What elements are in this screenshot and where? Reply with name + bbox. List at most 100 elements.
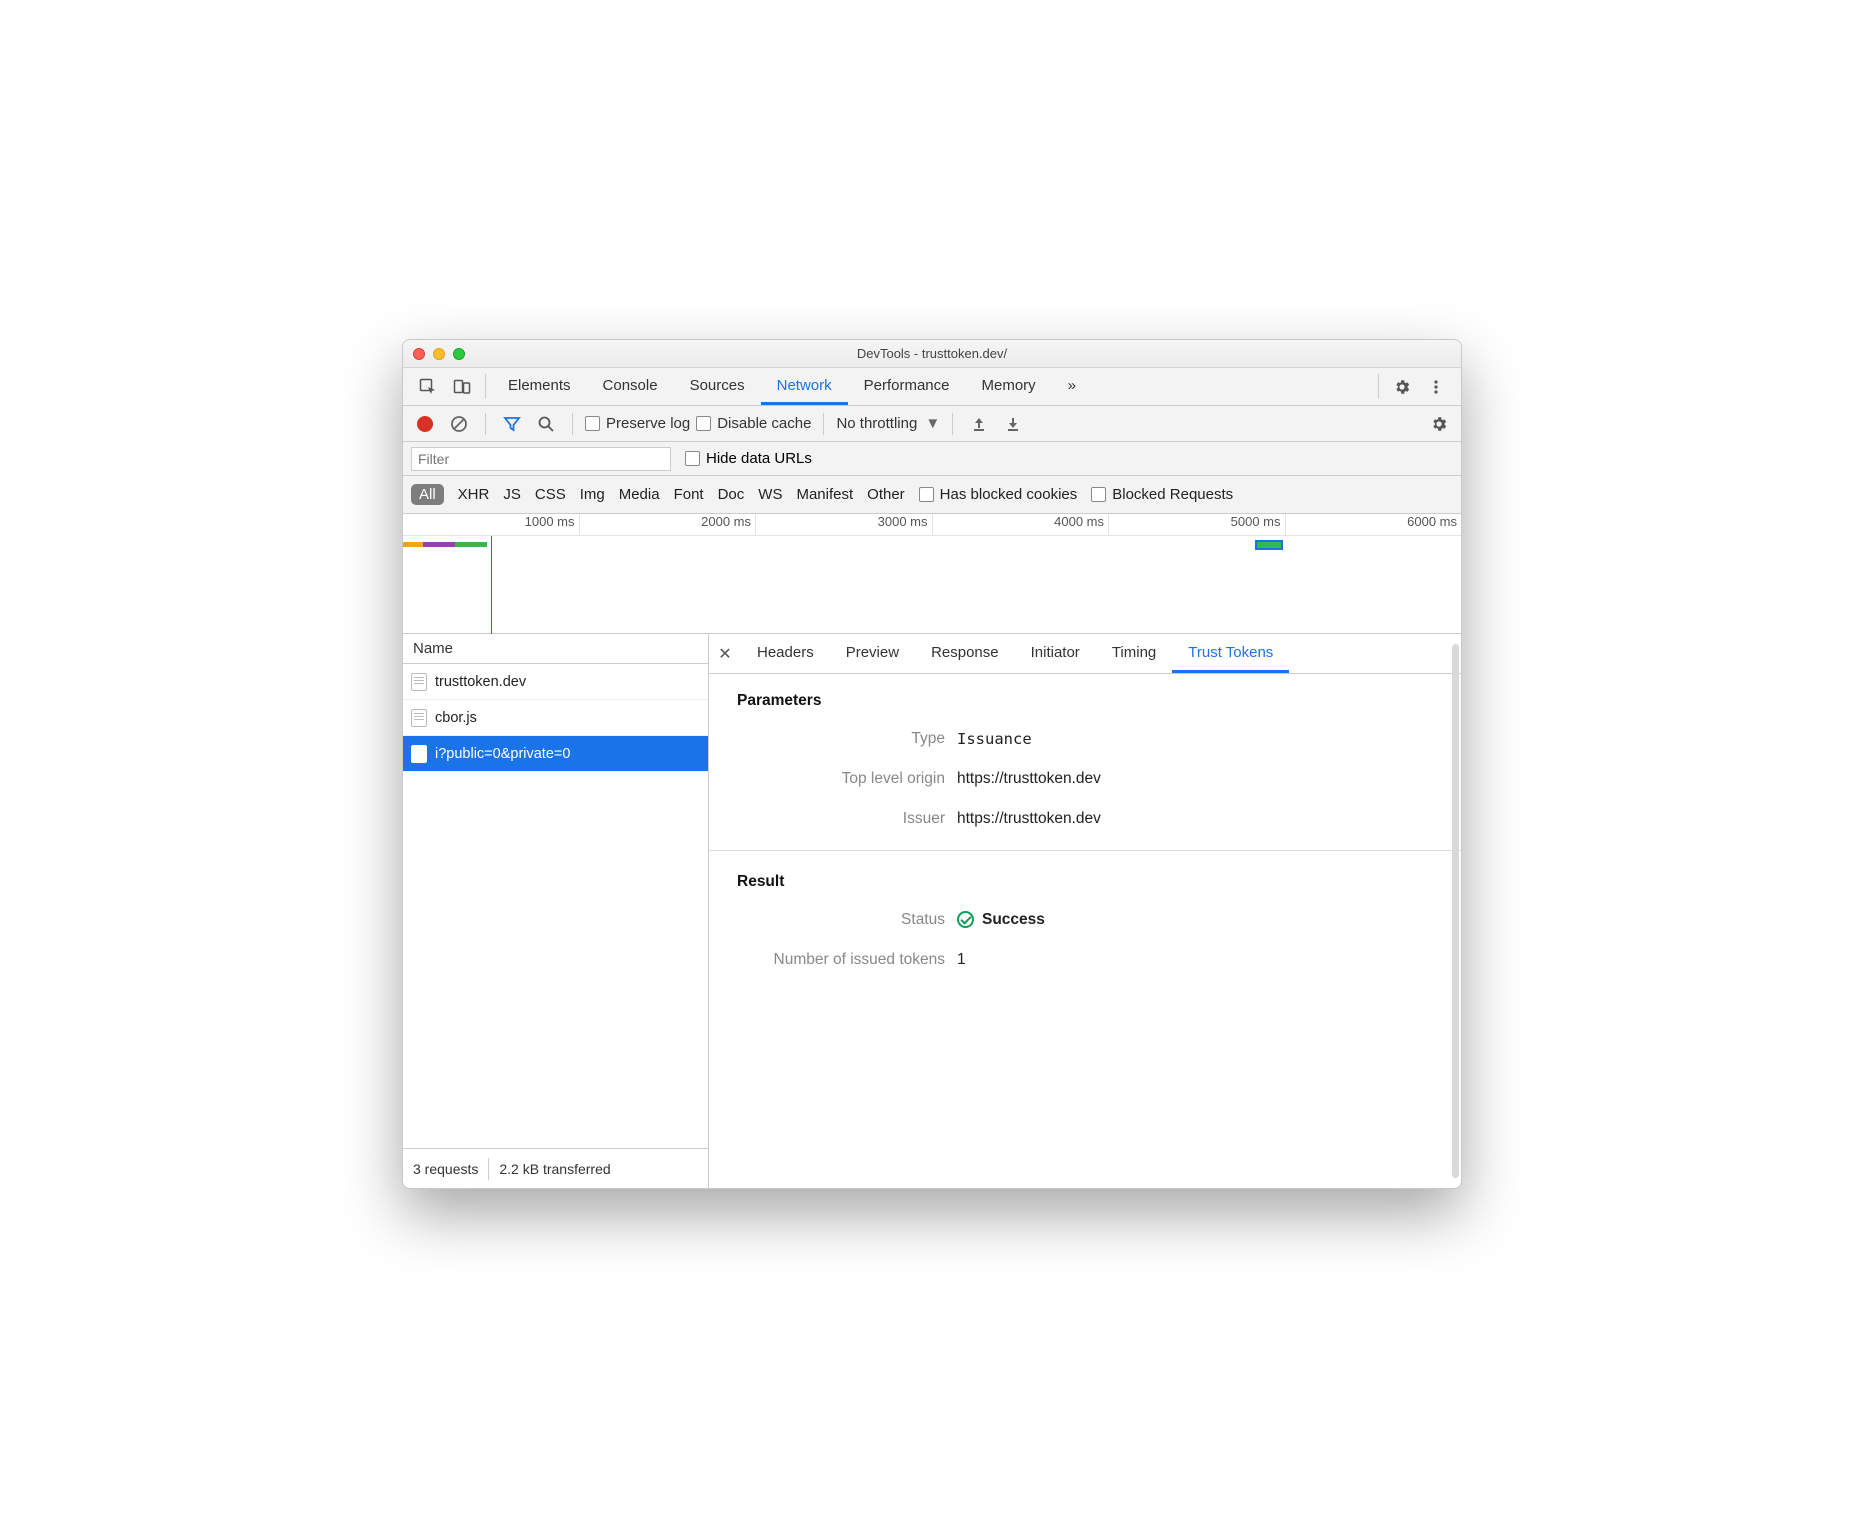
network-toolbar: Preserve log Disable cache No throttling… bbox=[403, 406, 1461, 442]
close-window-icon[interactable] bbox=[413, 348, 425, 360]
parameter-row: Issuerhttps://trusttoken.dev bbox=[737, 810, 1433, 828]
throttling-dropdown[interactable]: No throttling ▼ bbox=[836, 415, 940, 432]
type-filter-manifest[interactable]: Manifest bbox=[796, 486, 853, 503]
tab-network[interactable]: Network bbox=[761, 368, 848, 405]
parameter-row: Top level originhttps://trusttoken.dev bbox=[737, 770, 1433, 788]
clear-button-icon[interactable] bbox=[445, 410, 473, 438]
type-filter-doc[interactable]: Doc bbox=[718, 486, 745, 503]
detail-tab-response[interactable]: Response bbox=[915, 634, 1015, 673]
close-detail-icon[interactable]: ✕ bbox=[709, 634, 741, 673]
tab-elements[interactable]: Elements bbox=[492, 368, 587, 405]
upload-har-icon[interactable] bbox=[965, 410, 993, 438]
type-filter-xhr[interactable]: XHR bbox=[458, 486, 490, 503]
timeline-tick: 4000 ms bbox=[932, 514, 1109, 535]
blocked-requests-checkbox[interactable]: Blocked Requests bbox=[1091, 486, 1233, 503]
issued-tokens-row: Number of issued tokens 1 bbox=[737, 951, 1433, 969]
inspect-element-icon[interactable] bbox=[411, 368, 445, 405]
request-list-footer: 3 requests 2.2 kB transferred bbox=[403, 1148, 708, 1188]
request-list-header[interactable]: Name bbox=[403, 634, 708, 664]
preserve-log-label: Preserve log bbox=[606, 415, 690, 432]
zoom-window-icon[interactable] bbox=[453, 348, 465, 360]
timeline-selection bbox=[1255, 540, 1283, 550]
document-icon bbox=[411, 709, 427, 727]
type-filter-ws[interactable]: WS bbox=[758, 486, 782, 503]
timeline-segment bbox=[455, 542, 487, 547]
disable-cache-label: Disable cache bbox=[717, 415, 811, 432]
device-toolbar-icon[interactable] bbox=[445, 368, 479, 405]
filter-row: Hide data URLs bbox=[403, 442, 1461, 476]
timeline-tick: 5000 ms bbox=[1108, 514, 1285, 535]
status-row: Status Success bbox=[737, 911, 1433, 929]
detail-tabs: ✕ HeadersPreviewResponseInitiatorTimingT… bbox=[709, 634, 1461, 674]
filter-toggle-icon[interactable] bbox=[498, 410, 526, 438]
request-detail-panel: ✕ HeadersPreviewResponseInitiatorTimingT… bbox=[709, 634, 1461, 1188]
parameter-row: TypeIssuance bbox=[737, 730, 1433, 748]
success-check-icon bbox=[957, 911, 974, 928]
detail-tab-headers[interactable]: Headers bbox=[741, 634, 830, 673]
more-menu-icon[interactable] bbox=[1419, 368, 1453, 405]
type-filter-font[interactable]: Font bbox=[674, 486, 704, 503]
timeline-tick: 3000 ms bbox=[755, 514, 932, 535]
param-key: Type bbox=[737, 730, 957, 748]
type-filter-img[interactable]: Img bbox=[580, 486, 605, 503]
request-name: cbor.js bbox=[435, 710, 477, 726]
resource-type-filter: All XHR JS CSS Img Media Font Doc WS Manifest Othe… bbox=[403, 476, 1461, 514]
detail-tab-trust-tokens[interactable]: Trust Tokens bbox=[1172, 634, 1289, 673]
request-row[interactable]: cbor.js bbox=[403, 700, 708, 736]
request-row[interactable]: i?public=0&private=0 bbox=[403, 736, 708, 772]
throttling-label: No throttling bbox=[836, 415, 917, 432]
type-filter-all[interactable]: All bbox=[411, 484, 444, 505]
timeline-tick: 1000 ms bbox=[403, 514, 579, 535]
detail-tab-timing[interactable]: Timing bbox=[1096, 634, 1172, 673]
status-key: Status bbox=[737, 911, 957, 929]
detail-tab-initiator[interactable]: Initiator bbox=[1015, 634, 1096, 673]
tab-performance[interactable]: Performance bbox=[848, 368, 966, 405]
download-har-icon[interactable] bbox=[999, 410, 1027, 438]
type-filter-other[interactable]: Other bbox=[867, 486, 905, 503]
search-icon[interactable] bbox=[532, 410, 560, 438]
traffic-lights bbox=[413, 348, 465, 360]
tab-sources[interactable]: Sources bbox=[674, 368, 761, 405]
param-key: Top level origin bbox=[737, 770, 957, 788]
has-blocked-cookies-checkbox[interactable]: Has blocked cookies bbox=[919, 486, 1078, 503]
timeline-graph bbox=[403, 536, 1461, 634]
document-icon bbox=[411, 673, 427, 691]
devtools-window: DevTools - trusttoken.dev/ ElementsConso… bbox=[402, 339, 1462, 1189]
timeline-tick: 2000 ms bbox=[579, 514, 756, 535]
timeline-segment bbox=[403, 542, 423, 547]
preserve-log-checkbox[interactable]: Preserve log bbox=[585, 415, 690, 432]
issued-tokens-key: Number of issued tokens bbox=[737, 951, 957, 969]
param-key: Issuer bbox=[737, 810, 957, 828]
type-filter-js[interactable]: JS bbox=[503, 486, 521, 503]
minimize-window-icon[interactable] bbox=[433, 348, 445, 360]
disable-cache-checkbox[interactable]: Disable cache bbox=[696, 415, 811, 432]
trust-tokens-panel: Parameters TypeIssuanceTop level originh… bbox=[709, 674, 1461, 1188]
type-filter-css[interactable]: CSS bbox=[535, 486, 566, 503]
issued-tokens-value: 1 bbox=[957, 951, 966, 969]
filter-input[interactable] bbox=[411, 447, 671, 471]
request-list: trusttoken.dev cbor.js i?public=0&private=… bbox=[403, 664, 708, 1148]
network-main: Name trusttoken.dev cbor.js i?public=0&pri… bbox=[403, 634, 1461, 1188]
request-name: trusttoken.dev bbox=[435, 674, 526, 690]
document-icon bbox=[411, 745, 427, 763]
status-value: Success bbox=[982, 911, 1045, 928]
detail-tab-preview[interactable]: Preview bbox=[830, 634, 915, 673]
tab-console[interactable]: Console bbox=[587, 368, 674, 405]
parameters-heading: Parameters bbox=[737, 692, 1433, 710]
tabs-overflow-button[interactable]: » bbox=[1052, 368, 1092, 405]
network-timeline[interactable]: 1000 ms2000 ms3000 ms4000 ms5000 ms6000 … bbox=[403, 514, 1461, 634]
window-title: DevTools - trusttoken.dev/ bbox=[403, 346, 1461, 361]
settings-gear-icon[interactable] bbox=[1385, 368, 1419, 405]
record-button[interactable] bbox=[411, 410, 439, 438]
request-row[interactable]: trusttoken.dev bbox=[403, 664, 708, 700]
titlebar: DevTools - trusttoken.dev/ bbox=[403, 340, 1461, 368]
timeline-cursor bbox=[491, 536, 492, 634]
hide-data-urls-checkbox[interactable]: Hide data URLs bbox=[685, 450, 812, 467]
scrollbar-thumb[interactable] bbox=[1452, 644, 1459, 1178]
param-value: https://trusttoken.dev bbox=[957, 810, 1101, 828]
param-value: Issuance bbox=[957, 730, 1032, 748]
tab-memory[interactable]: Memory bbox=[966, 368, 1052, 405]
type-filter-media[interactable]: Media bbox=[619, 486, 660, 503]
network-settings-gear-icon[interactable] bbox=[1425, 410, 1453, 438]
request-name: i?public=0&private=0 bbox=[435, 746, 570, 762]
